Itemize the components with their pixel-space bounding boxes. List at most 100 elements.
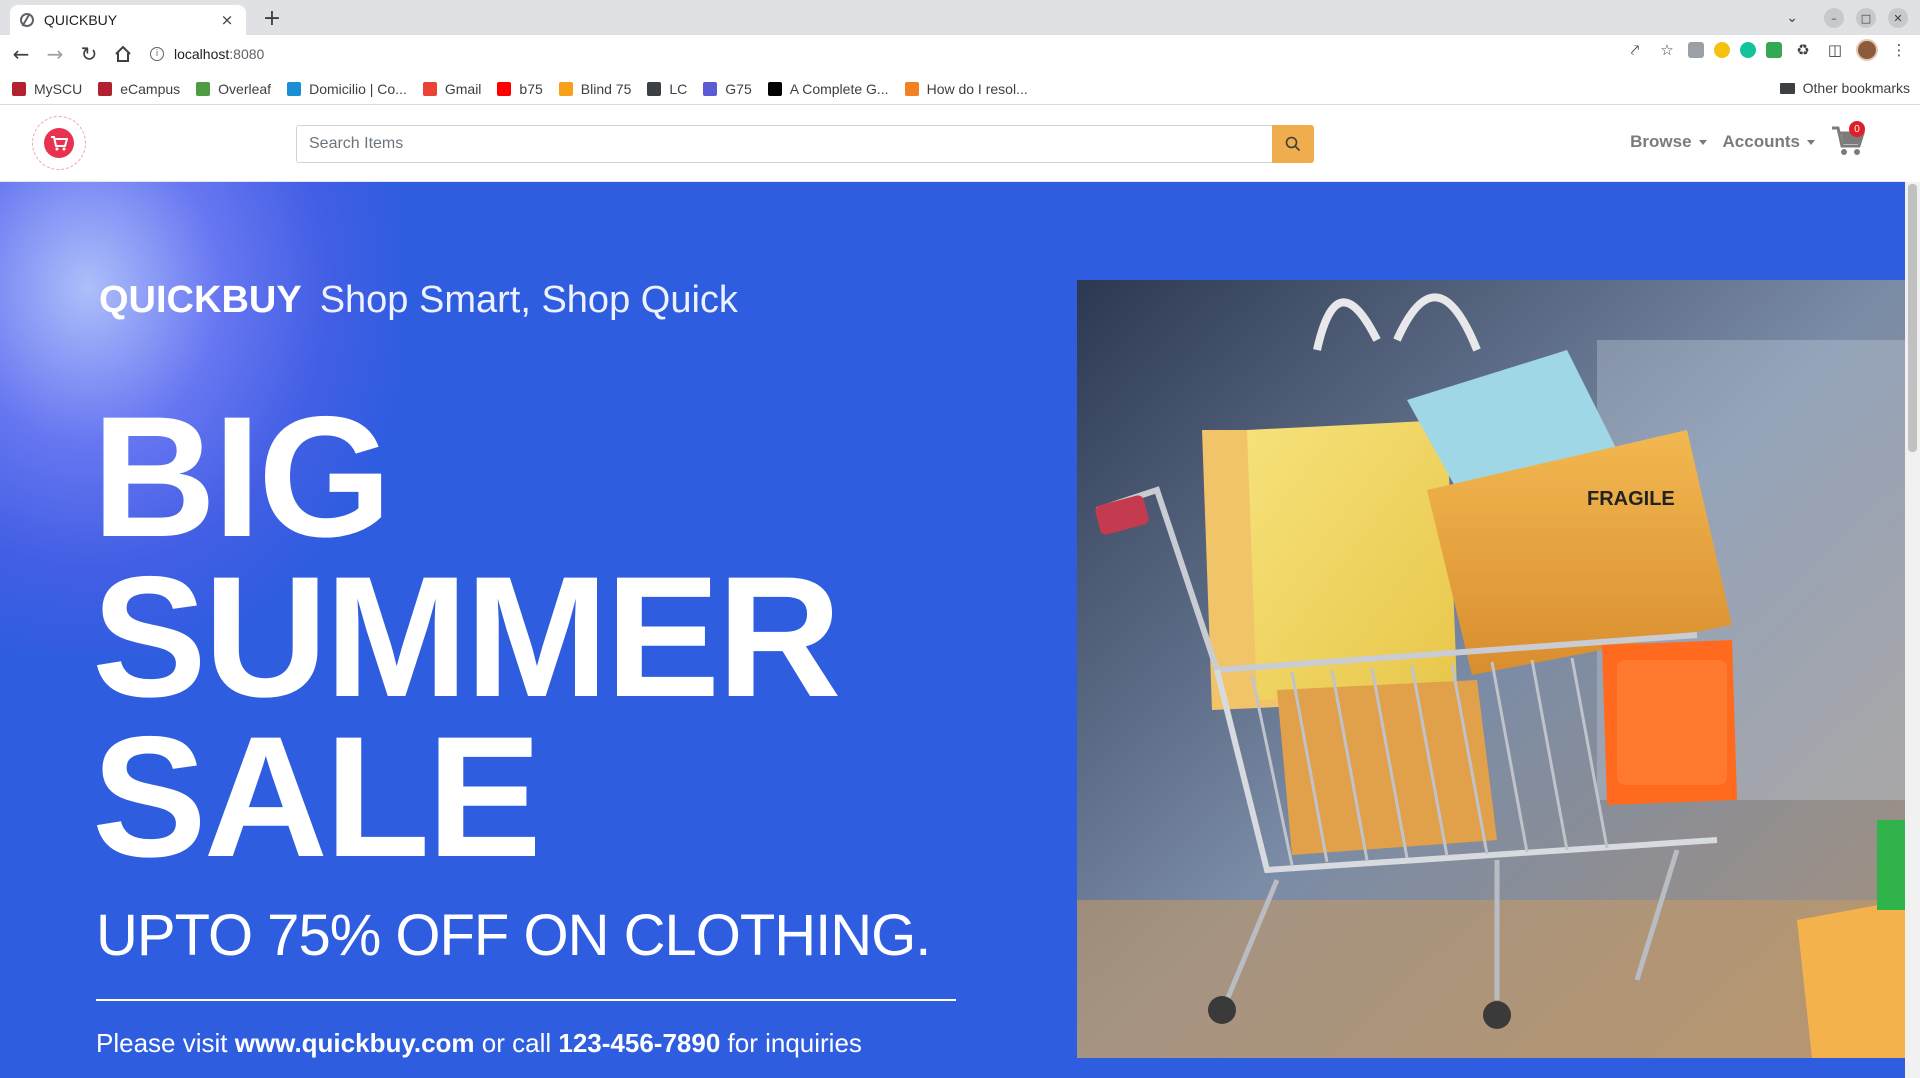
- tab-close-button[interactable]: ×: [218, 11, 236, 29]
- restore-icon[interactable]: □: [1856, 8, 1876, 28]
- menu-kebab-icon[interactable]: ⋮: [1888, 39, 1910, 61]
- back-icon[interactable]: ←: [4, 37, 38, 71]
- browse-dropdown[interactable]: Browse: [1630, 132, 1707, 152]
- browser-toolbar: ← → ↻ i localhost :8080 ⤤ ☆ ♻ ◫ ⋮: [0, 35, 1920, 73]
- scrollbar-thumb[interactable]: [1908, 184, 1917, 452]
- tab-title: QUICKBUY: [44, 12, 118, 28]
- extension-green-icon[interactable]: [1766, 42, 1782, 58]
- contact-website: www.quickbuy.com: [234, 1028, 475, 1058]
- bookmark-label: A Complete G...: [789, 80, 889, 97]
- tab-search-icon[interactable]: ⌄: [1786, 10, 1798, 26]
- search-bar: [296, 125, 1314, 163]
- other-bookmarks[interactable]: Other bookmarks: [1779, 80, 1910, 96]
- bookmark-label: Overleaf: [218, 80, 272, 97]
- youtube-icon: [497, 81, 512, 96]
- other-bookmarks-label: Other bookmarks: [1802, 80, 1910, 96]
- close-window-icon[interactable]: ✕: [1888, 8, 1908, 28]
- bookmark-item[interactable]: eCampus: [98, 81, 180, 97]
- hero-brand-line: QUICKBUY Shop Smart, Shop Quick: [99, 279, 738, 322]
- bookmark-label: Domicilio | Co...: [309, 80, 407, 97]
- toolbar-actions: ⤤ ☆ ♻ ◫ ⋮: [1624, 39, 1910, 61]
- headline-line-1: BIG: [92, 381, 392, 573]
- forward-icon[interactable]: →: [38, 37, 72, 71]
- scu-icon: [98, 81, 113, 96]
- overleaf-icon: [196, 81, 211, 96]
- url-port: :8080: [229, 46, 265, 62]
- g75-icon: [703, 81, 718, 96]
- extension-notes-icon[interactable]: [1688, 42, 1704, 58]
- grammarly-icon[interactable]: [1740, 42, 1756, 58]
- shopping-cart-photo: FRAGILE: [1077, 280, 1905, 1058]
- browser-tab[interactable]: QUICKBUY ×: [10, 5, 246, 35]
- bookmark-label: b75: [519, 80, 543, 97]
- cart-count-badge: 0: [1849, 121, 1865, 137]
- contact-middle: or call: [474, 1028, 559, 1058]
- browse-label: Browse: [1630, 132, 1692, 151]
- bookmark-item[interactable]: A Complete G...: [767, 80, 889, 97]
- profile-avatar[interactable]: [1856, 39, 1878, 61]
- chevron-down-icon: [1807, 139, 1815, 145]
- leetcode-icon: [647, 81, 662, 96]
- folder-icon: [1779, 82, 1795, 94]
- extensions-puzzle-icon[interactable]: ♻: [1792, 39, 1814, 61]
- reload-icon[interactable]: ↻: [72, 37, 106, 71]
- headline-line-3: SALE: [92, 701, 542, 893]
- svg-text:FRAGILE: FRAGILE: [1587, 488, 1675, 510]
- bookmark-item[interactable]: Overleaf: [196, 81, 271, 97]
- url-host: localhost: [174, 46, 230, 62]
- bookmark-item[interactable]: How do I resol...: [904, 80, 1028, 97]
- share-icon[interactable]: ⤤: [1624, 39, 1646, 61]
- bookmark-label: Blind 75: [580, 80, 632, 97]
- bookmark-item[interactable]: MySCU: [12, 81, 82, 97]
- bookmark-label: eCampus: [120, 80, 181, 97]
- bookmark-label: LC: [669, 80, 688, 97]
- bookmark-item[interactable]: LC: [647, 81, 687, 97]
- bookmark-label: How do I resol...: [926, 80, 1028, 97]
- extension-yellow-icon[interactable]: [1714, 42, 1730, 58]
- home-icon[interactable]: [106, 37, 140, 71]
- bookmarks-bar: MySCU eCampus Overleaf Domicilio | Co... Gma…: [0, 73, 1920, 105]
- quickbuy-logo[interactable]: [32, 116, 86, 170]
- globe-icon: [20, 13, 34, 27]
- cart-logo-icon: [44, 128, 74, 158]
- minimize-icon[interactable]: –: [1824, 8, 1844, 28]
- site-nav: Browse Accounts 0: [1630, 121, 1867, 159]
- search-icon: [1285, 136, 1301, 152]
- hero-banner: QUICKBUY Shop Smart, Shop Quick BIG SUMM…: [0, 182, 1905, 1078]
- contact-prefix: Please visit: [96, 1028, 235, 1058]
- hero-headline: BIG SUMMER SALE: [92, 381, 841, 893]
- bookmark-item[interactable]: Gmail: [422, 80, 482, 97]
- bookmark-item[interactable]: Blind 75: [558, 80, 632, 97]
- hero-offer: UPTO 75% OFF ON CLOTHING.: [96, 903, 931, 968]
- bookmark-item[interactable]: G75: [703, 80, 752, 97]
- page-scrollbar[interactable]: [1905, 182, 1920, 1078]
- contact-phone: 123-456-7890: [558, 1028, 721, 1058]
- bookmark-star-icon[interactable]: ☆: [1656, 39, 1678, 61]
- site-header: Browse Accounts 0: [0, 105, 1905, 182]
- search-button[interactable]: [1272, 125, 1314, 163]
- hero-brand: QUICKBUY: [99, 279, 302, 321]
- headline-line-2: SUMMER: [92, 541, 841, 733]
- window-controls: ⌄ – □ ✕: [1786, 8, 1908, 28]
- hero-contact: Please visit www.quickbuy.com or call 12…: [96, 1028, 862, 1059]
- bookmark-item[interactable]: Domicilio | Co...: [287, 81, 407, 97]
- dev-icon: [767, 81, 782, 96]
- gmail-icon: [422, 81, 437, 96]
- side-panel-icon[interactable]: ◫: [1824, 39, 1846, 61]
- bookmark-label: Gmail: [444, 80, 482, 97]
- new-tab-button[interactable]: +: [260, 6, 284, 31]
- chevron-down-icon: [1698, 139, 1707, 145]
- bookmark-label: G75: [725, 80, 752, 97]
- bookmark-item[interactable]: b75: [497, 80, 543, 97]
- bookmark-label: MySCU: [34, 80, 83, 97]
- contact-suffix: for inquiries: [720, 1028, 862, 1058]
- site-info-icon[interactable]: i: [150, 47, 164, 61]
- address-bar[interactable]: i localhost :8080: [150, 40, 1560, 68]
- accounts-dropdown[interactable]: Accounts: [1723, 132, 1815, 152]
- search-input[interactable]: [296, 125, 1272, 163]
- browser-tabstrip: QUICKBUY × + ⌄ – □ ✕: [0, 0, 1920, 35]
- accounts-label: Accounts: [1722, 132, 1800, 151]
- cart-button[interactable]: 0: [1831, 121, 1867, 159]
- shopping-cart-illustration: FRAGILE: [1077, 280, 1905, 1058]
- stackoverflow-icon: [904, 81, 919, 96]
